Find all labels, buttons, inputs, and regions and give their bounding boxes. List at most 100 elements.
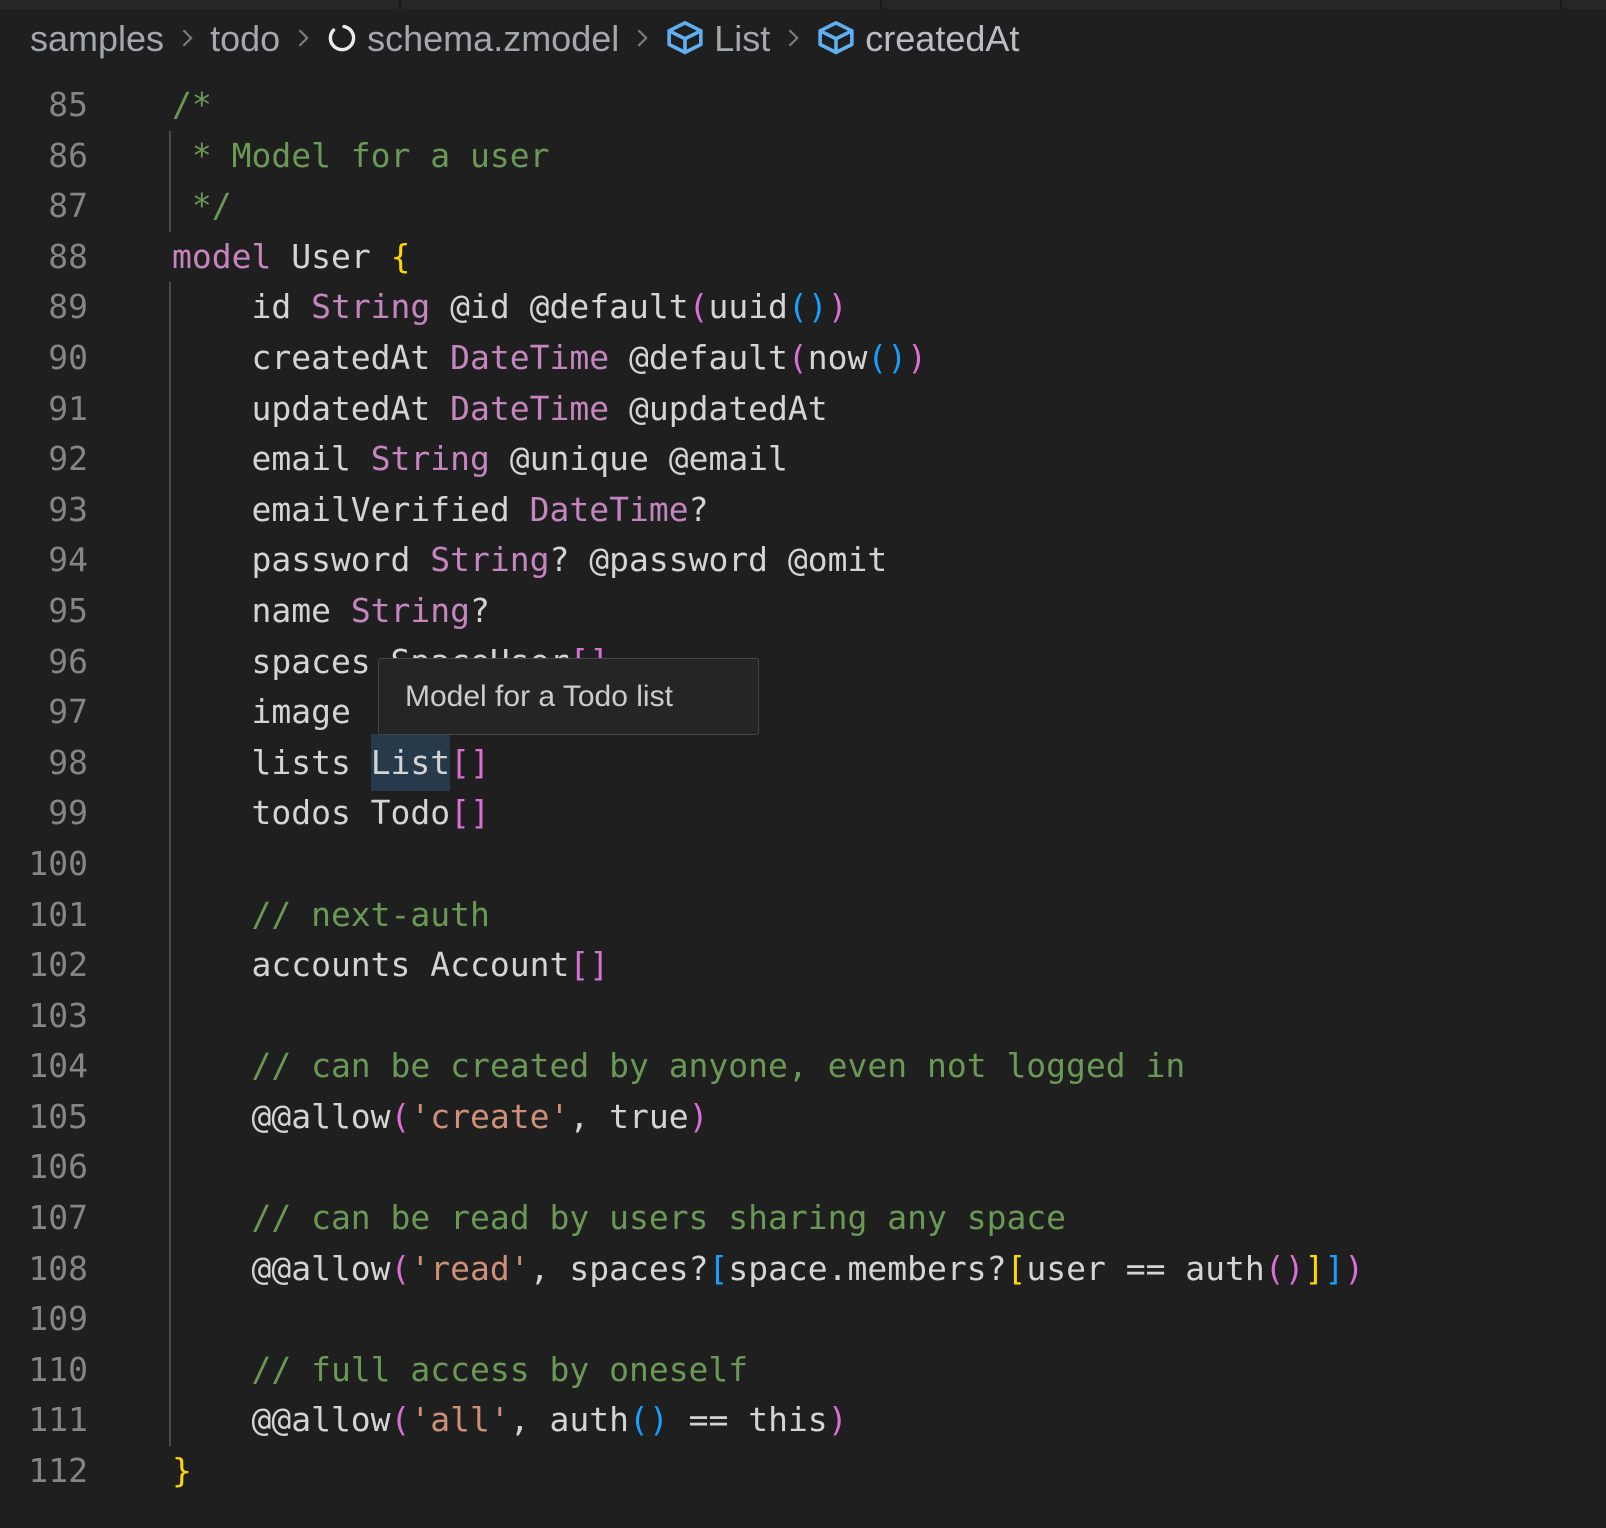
code-line[interactable]: 90 createdAt DateTime @default(now()): [0, 333, 1606, 384]
code-line-content: updatedAt DateTime @updatedAt: [172, 384, 828, 435]
tab-separator: [399, 0, 401, 9]
breadcrumb-separator: [629, 25, 655, 51]
code-line[interactable]: 95 name String?: [0, 586, 1606, 637]
code-line-content: /*: [172, 80, 212, 131]
code-line[interactable]: 99 todos Todo[]: [0, 788, 1606, 839]
code-line-content: name String?: [172, 586, 490, 637]
code-line[interactable]: 91 updatedAt DateTime @updatedAt: [0, 384, 1606, 435]
code-line[interactable]: 89 id String @id @default(uuid()): [0, 282, 1606, 333]
class-symbol-icon: [816, 20, 856, 56]
code-line-content: // can be read by users sharing any spac…: [172, 1193, 1066, 1244]
code-line[interactable]: 103: [0, 991, 1606, 1042]
code-line[interactable]: 94 password String? @password @omit: [0, 535, 1606, 586]
code-line-content: model User {: [172, 232, 410, 283]
code-line[interactable]: 93 emailVerified DateTime?: [0, 485, 1606, 536]
line-number: 92: [0, 434, 88, 485]
line-number: 89: [0, 282, 88, 333]
line-number: 87: [0, 181, 88, 232]
breadcrumb-item-schema-zmodel[interactable]: schema.zmodel: [326, 19, 619, 57]
code-line[interactable]: 88 model User {: [0, 232, 1606, 283]
indent-guide: [169, 131, 171, 232]
chevron-right-icon: [629, 25, 655, 51]
code-line[interactable]: 104 // can be created by anyone, even no…: [0, 1041, 1606, 1092]
code-line-content: accounts Account[]: [172, 940, 609, 991]
tab-separator: [880, 0, 882, 9]
breadcrumb-item-list[interactable]: List: [665, 19, 770, 57]
code-editor[interactable]: 85/*86 * Model for a user87 */88model Us…: [0, 68, 1606, 1528]
line-number: 106: [0, 1142, 88, 1193]
line-number: 110: [0, 1345, 88, 1396]
code-line[interactable]: 86 * Model for a user: [0, 131, 1606, 182]
code-line[interactable]: 107 // can be read by users sharing any …: [0, 1193, 1606, 1244]
tab-separator: [1560, 0, 1562, 9]
code-line[interactable]: 96 spaces SpaceUser[]: [0, 637, 1606, 688]
line-number: 102: [0, 940, 88, 991]
code-line[interactable]: 106: [0, 1142, 1606, 1193]
indent-guide: [169, 282, 171, 1446]
word-highlight: List: [371, 734, 450, 791]
line-number: 86: [0, 131, 88, 182]
code-line[interactable]: 101 // next-auth: [0, 890, 1606, 941]
line-number: 85: [0, 80, 88, 131]
tab-bar[interactable]: [0, 0, 1606, 9]
code-line-content: * Model for a user: [172, 131, 550, 182]
line-number: 107: [0, 1193, 88, 1244]
class-symbol-icon: [665, 20, 705, 56]
breadcrumb-item-createdat[interactable]: createdAt: [816, 19, 1019, 57]
code-line-content: // full access by oneself: [172, 1345, 748, 1396]
code-line[interactable]: 109: [0, 1294, 1606, 1345]
breadcrumb-separator: [290, 25, 316, 51]
chevron-right-icon: [290, 25, 316, 51]
code-line[interactable]: 110 // full access by oneself: [0, 1345, 1606, 1396]
breadcrumb-item-todo[interactable]: todo: [210, 19, 280, 57]
line-number: 88: [0, 232, 88, 283]
line-number: 108: [0, 1244, 88, 1295]
hover-tooltip-text: Model for a Todo list: [405, 680, 673, 714]
code-line[interactable]: 92 email String @unique @email: [0, 434, 1606, 485]
code-line-content: */: [172, 181, 232, 232]
breadcrumb-label: todo: [210, 19, 280, 57]
code-line[interactable]: 112}: [0, 1446, 1606, 1497]
line-number: 104: [0, 1041, 88, 1092]
hover-tooltip: Model for a Todo list: [378, 658, 759, 735]
code-line[interactable]: 105 @@allow('create', true): [0, 1092, 1606, 1143]
code-lines: 85/*86 * Model for a user87 */88model Us…: [0, 80, 1606, 1497]
code-line[interactable]: 111 @@allow('all', auth() == this): [0, 1395, 1606, 1446]
code-line[interactable]: 108 @@allow('read', spaces?[space.member…: [0, 1244, 1606, 1295]
code-line-content: // next-auth: [172, 890, 490, 941]
line-number: 90: [0, 333, 88, 384]
code-line-content: @@allow('read', spaces?[space.members?[u…: [172, 1244, 1364, 1295]
code-line-content: createdAt DateTime @default(now()): [172, 333, 927, 384]
line-number: 109: [0, 1294, 88, 1345]
line-number: 101: [0, 890, 88, 941]
line-number: 94: [0, 535, 88, 586]
breadcrumb-item-samples[interactable]: samples: [30, 19, 164, 57]
class-symbol-icon: [816, 20, 856, 56]
code-line[interactable]: 98 lists List[]: [0, 738, 1606, 789]
line-number: 95: [0, 586, 88, 637]
code-line-content: @@allow('all', auth() == this): [172, 1395, 848, 1446]
chevron-right-icon: [780, 25, 806, 51]
breadcrumb-separator: [174, 25, 200, 51]
breadcrumb-label: samples: [30, 19, 164, 57]
code-line[interactable]: 102 accounts Account[]: [0, 940, 1606, 991]
loading-icon: [326, 22, 358, 54]
line-number: 100: [0, 839, 88, 890]
code-line[interactable]: 97 image: [0, 687, 1606, 738]
breadcrumb: samples todo schema.zmodel List createdAt: [0, 9, 1606, 68]
breadcrumb-label: createdAt: [865, 19, 1019, 57]
code-line[interactable]: 100: [0, 839, 1606, 890]
line-number: 93: [0, 485, 88, 536]
chevron-right-icon: [174, 25, 200, 51]
line-number: 103: [0, 991, 88, 1042]
code-line-content: // can be created by anyone, even not lo…: [172, 1041, 1185, 1092]
code-line[interactable]: 85 /*: [0, 80, 1606, 131]
code-line-content: }: [172, 1446, 192, 1497]
line-number: 99: [0, 788, 88, 839]
code-line-content: image: [172, 687, 351, 738]
code-line[interactable]: 87 */: [0, 181, 1606, 232]
code-line-content: todos Todo[]: [172, 788, 490, 839]
line-number: 97: [0, 687, 88, 738]
code-line-content: emailVerified DateTime?: [172, 485, 708, 536]
class-symbol-icon: [665, 20, 705, 56]
